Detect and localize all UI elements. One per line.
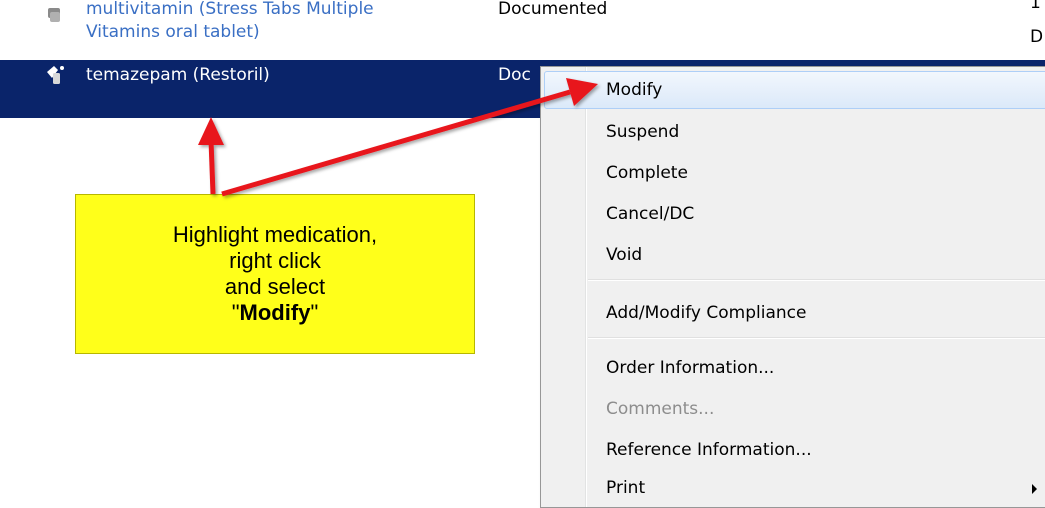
menu-item-comments: Comments... [606,399,715,419]
medication-name: temazepam (Restoril) [86,65,270,85]
menu-item-modify[interactable]: Modify [544,71,1045,109]
menu-item-print-label: Print [606,478,646,498]
truncated-column-text: 1 [1030,0,1041,13]
menu-item-void[interactable]: Void [541,236,1045,274]
menu-separator [588,337,1045,339]
menu-item-reference-information[interactable]: Reference Information... [541,431,1045,469]
menu-item-suspend[interactable]: Suspend [541,113,1045,151]
arrow-to-medication-row [198,117,224,195]
menu-separator [588,279,1045,281]
instruction-callout: Highlight medication, right click and se… [75,194,475,354]
menu-item-complete[interactable]: Complete [541,154,1045,192]
medication-status: Documented [498,0,608,19]
medication-name: multivitamin (Stress Tabs Multiple Vitam… [86,0,374,42]
medication-row-multivitamin[interactable]: multivitamin (Stress Tabs Multiple Vitam… [0,0,1045,56]
context-menu: Modify Suspend Complete Cancel/DC Void A… [540,66,1045,508]
medication-icon [48,8,60,22]
menu-item-add-modify-compliance[interactable]: Add/Modify Compliance [541,294,1045,332]
menu-item-order-information[interactable]: Order Information... [541,349,1045,387]
callout-emphasis-line: "Modify" [231,300,319,325]
callout-line: and select [224,274,326,299]
pill-bottle-icon [47,66,64,84]
callout-line: Highlight medication, [172,222,378,247]
callout-emphasis: Modify [239,300,311,325]
menu-item-print[interactable]: Print [541,469,1045,507]
medication-status: Doc [498,65,531,85]
menu-item-cancel-dc[interactable]: Cancel/DC [541,195,1045,233]
callout-line: right click [229,248,321,273]
submenu-arrow-icon [1032,484,1037,494]
truncated-column-text: D [1030,27,1044,47]
